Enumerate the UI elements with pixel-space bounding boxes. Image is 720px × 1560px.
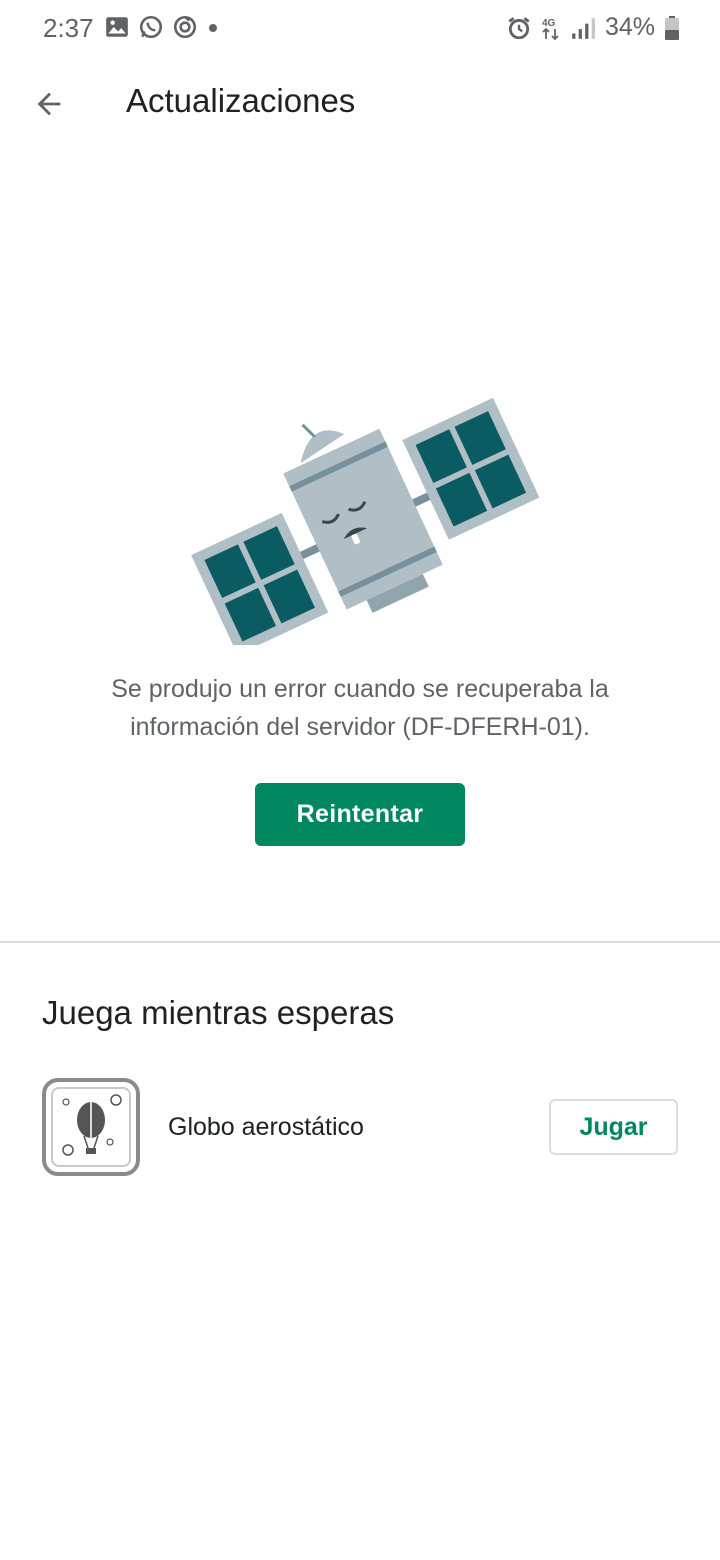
retry-button[interactable]: Reintentar xyxy=(255,783,465,846)
game-list-item[interactable]: Globo aerostático Jugar xyxy=(0,1075,720,1179)
section-heading: Juega mientras esperas xyxy=(42,994,395,1031)
status-system-icons: 4G 34% xyxy=(506,13,680,42)
alarm-icon xyxy=(506,15,532,41)
sync-icon xyxy=(172,14,198,40)
whatsapp-icon xyxy=(138,14,164,40)
error-satellite-illustration xyxy=(180,385,540,655)
section-divider xyxy=(0,941,720,943)
image-icon xyxy=(104,14,130,40)
dot-icon xyxy=(206,14,220,40)
game-title: Globo aerostático xyxy=(168,1113,364,1141)
signal-icon xyxy=(570,15,596,41)
status-notification-icons xyxy=(104,14,220,40)
status-bar: 2:37 4G 34% xyxy=(0,0,720,56)
svg-text:4G: 4G xyxy=(542,18,556,29)
arrow-back-icon xyxy=(32,87,66,121)
status-time: 2:37 xyxy=(43,13,94,43)
app-bar: Actualizaciones xyxy=(0,64,720,144)
error-message: Se produjo un error cuando se recuperaba… xyxy=(111,675,609,741)
back-button[interactable] xyxy=(22,77,76,131)
hot-air-balloon-game-icon xyxy=(42,1078,140,1176)
battery-percentage: 34% xyxy=(604,13,655,41)
play-button[interactable]: Jugar xyxy=(549,1099,678,1155)
battery-icon xyxy=(664,15,680,41)
page-title: Actualizaciones xyxy=(126,82,356,119)
4g-icon: 4G xyxy=(541,15,561,41)
